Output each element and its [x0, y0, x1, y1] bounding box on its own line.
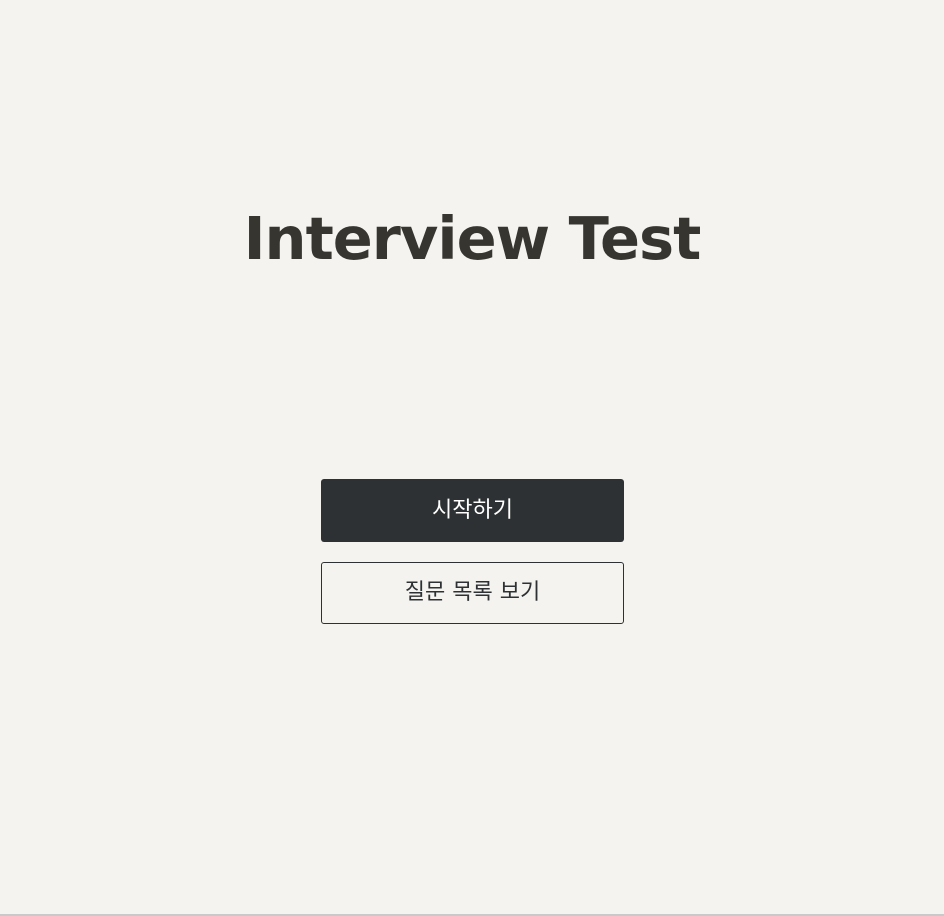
start-button[interactable]: 시작하기 [321, 479, 624, 542]
question-list-button[interactable]: 질문 목록 보기 [321, 562, 624, 624]
landing-page: Interview Test 시작하기 질문 목록 보기 [0, 0, 944, 914]
page-title: Interview Test [243, 204, 702, 273]
